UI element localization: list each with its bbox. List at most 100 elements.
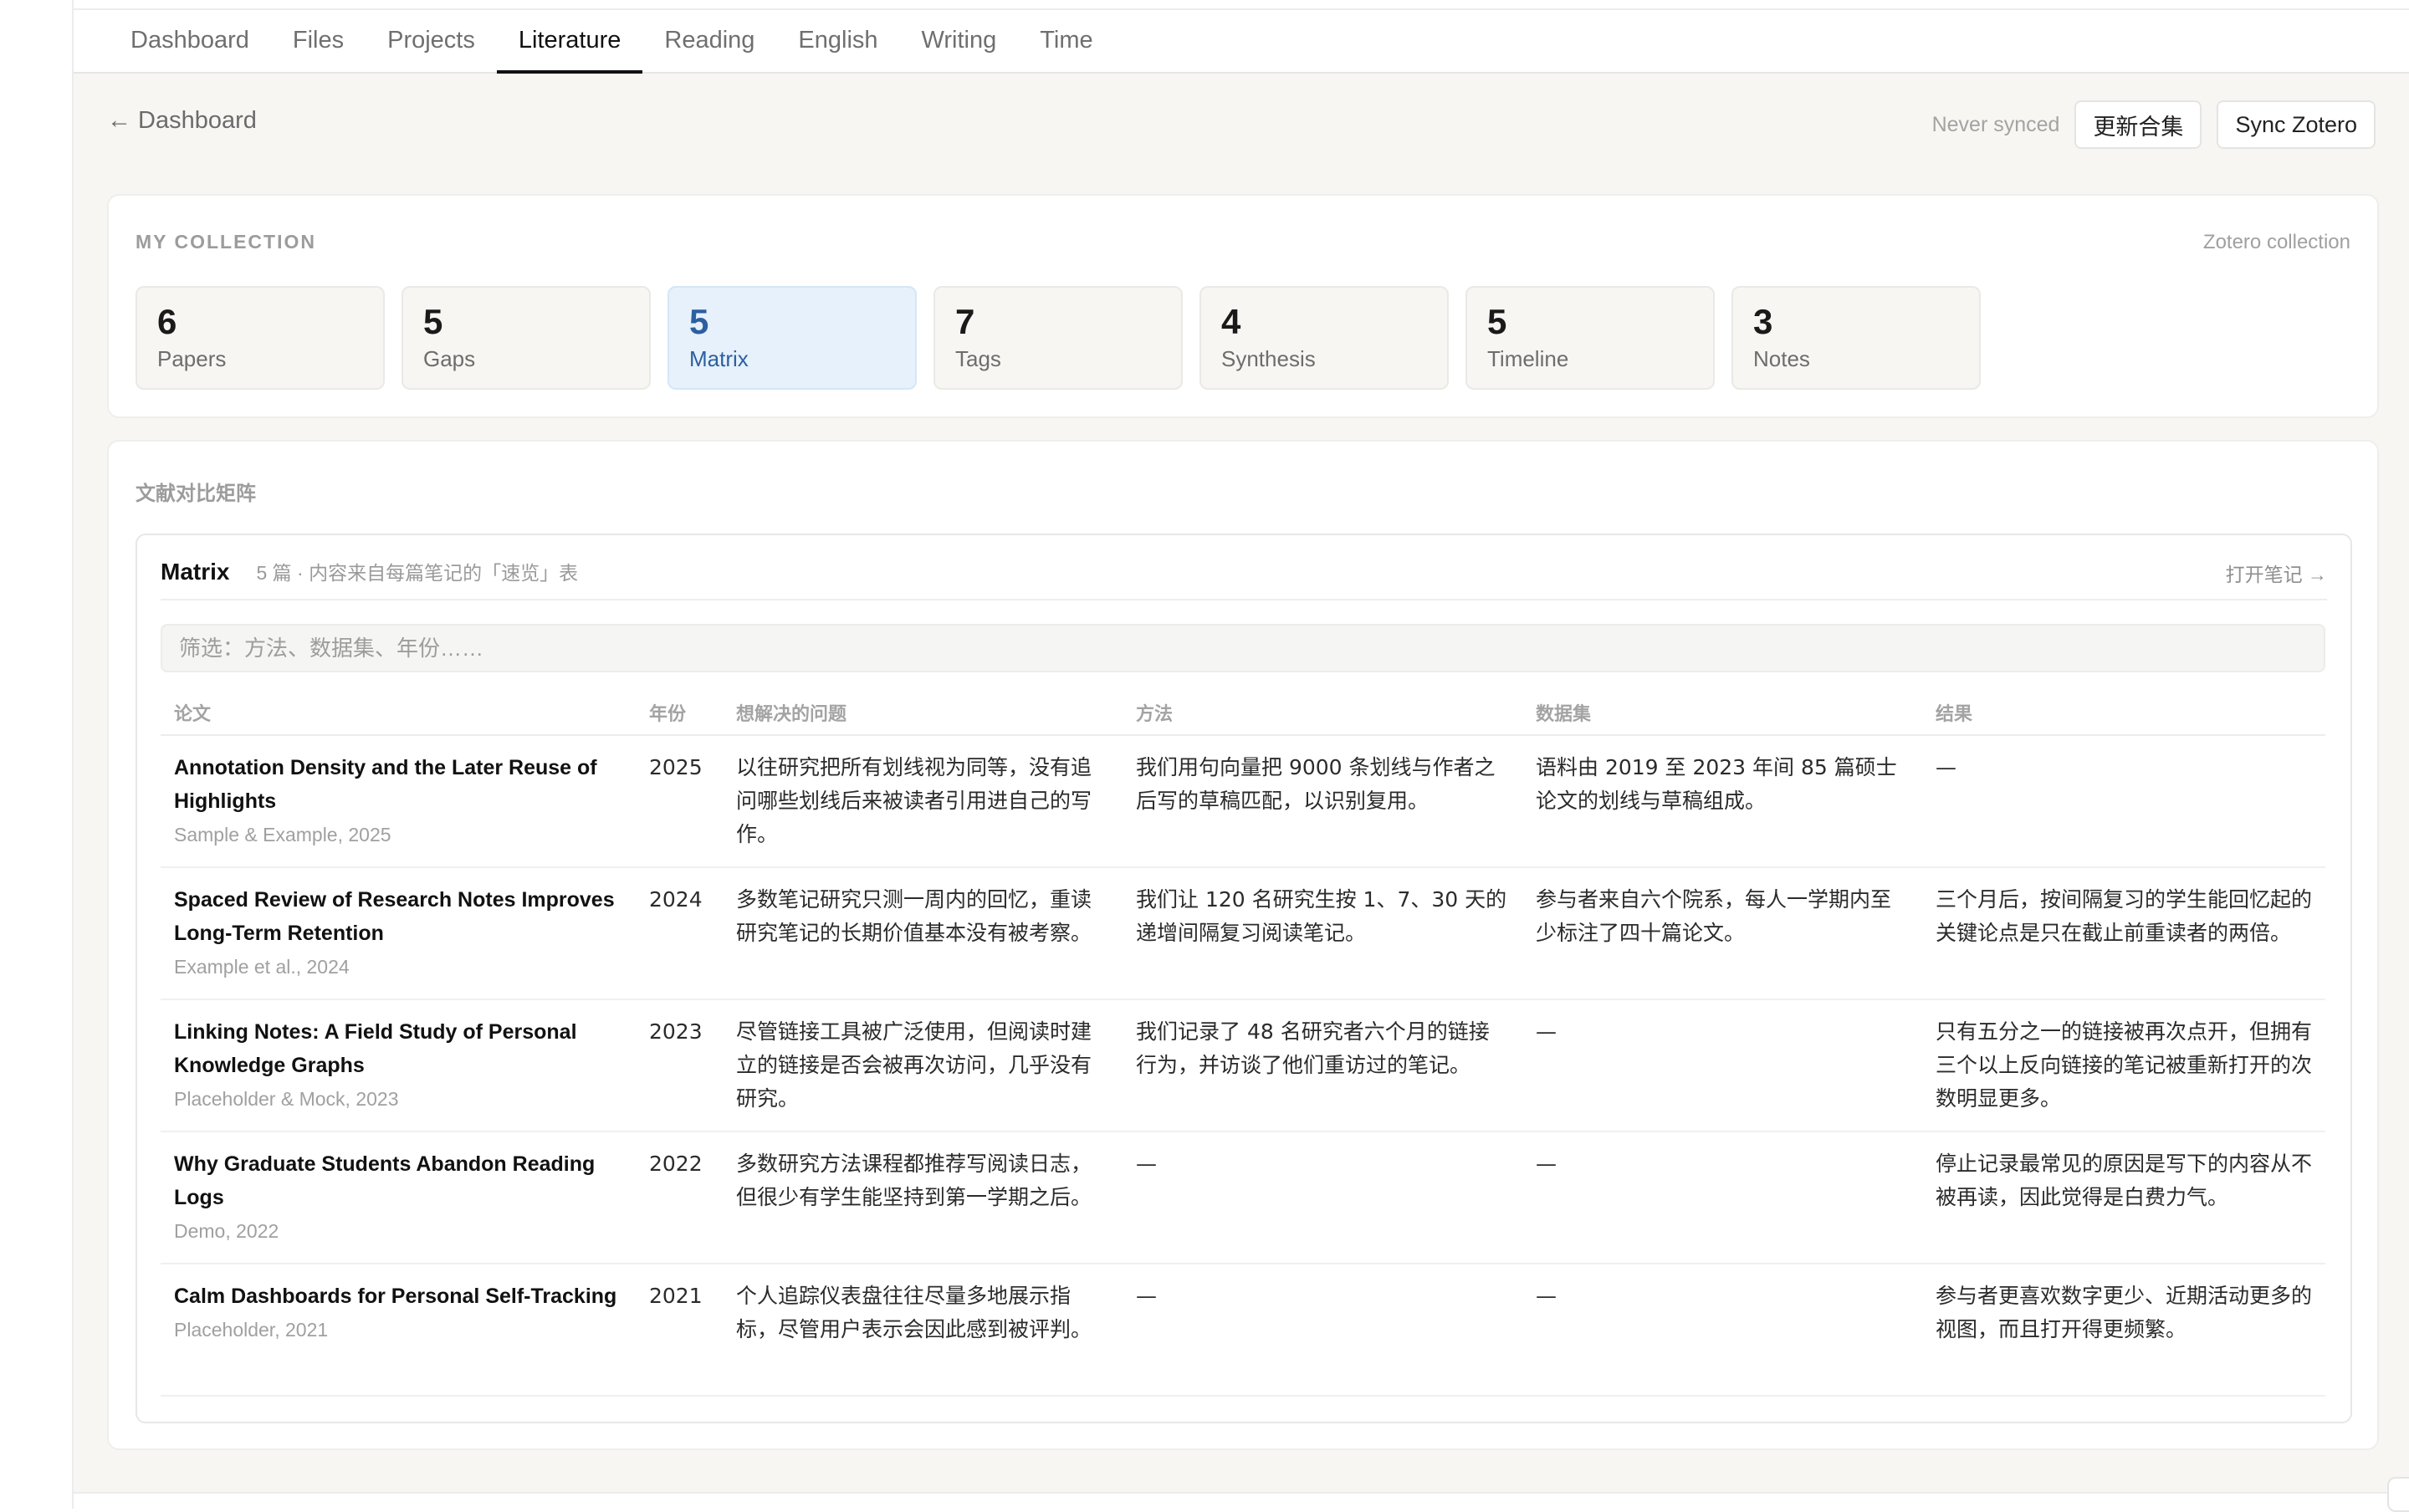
matrix-panel: Matrix 5 篇 · 内容来自每篇笔记的「速览」表 打开笔记 → 论文 年份… <box>136 534 2352 1423</box>
stat-number: 5 <box>1487 302 1507 341</box>
dataset-cell: 语料由 2019 至 2023 年间 85 篇硕士论文的划线与草稿组成。 <box>1522 735 1922 868</box>
matrix-card: 文献对比矩阵 Matrix 5 篇 · 内容来自每篇笔记的「速览」表 打开笔记 … <box>107 440 2379 1450</box>
year-cell: 2022 <box>636 1131 723 1264</box>
method-cell: — <box>1123 1264 1522 1397</box>
zotero-collection-label: Zotero collection <box>2202 231 2350 253</box>
paper-cell: Annotation Density and the Later Reuse o… <box>161 735 636 868</box>
paper-title[interactable]: Annotation Density and the Later Reuse o… <box>174 751 622 818</box>
stat-matrix[interactable]: 5 Matrix <box>667 286 917 390</box>
stat-label: Matrix <box>689 346 749 372</box>
dataset-cell: 参与者来自六个院系，每人一学期内至少标注了四十篇论文。 <box>1522 867 1922 1000</box>
paper-cell: Why Graduate Students Abandon Reading Lo… <box>161 1131 636 1264</box>
matrix-table: 论文 年份 想解决的问题 方法 数据集 结果 Annotation Densit… <box>161 691 2325 1397</box>
stat-number: 5 <box>423 302 443 341</box>
left-rail <box>0 0 74 1509</box>
stat-number: 5 <box>689 302 709 341</box>
tab-projects[interactable]: Projects <box>366 8 497 72</box>
update-collection-button[interactable]: 更新合集 <box>2074 100 2202 149</box>
table-row[interactable]: Linking Notes: A Field Study of Personal… <box>161 999 2325 1132</box>
result-cell: 参与者更喜欢数字更少、近期活动更多的视图，而且打开得更频繁。 <box>1922 1264 2325 1397</box>
tab-dashboard[interactable]: Dashboard <box>109 8 271 72</box>
result-cell: — <box>1922 735 2325 868</box>
paper-cell: Spaced Review of Research Notes Improves… <box>161 867 636 1000</box>
stat-tags[interactable]: 7 Tags <box>933 286 1183 390</box>
paper-title[interactable]: Spaced Review of Research Notes Improves… <box>174 883 622 950</box>
tab-files[interactable]: Files <box>271 8 366 72</box>
year-cell: 2023 <box>636 999 723 1132</box>
stat-timeline[interactable]: 5 Timeline <box>1465 286 1715 390</box>
paper-citation: Demo, 2022 <box>174 1220 279 1242</box>
dataset-cell: — <box>1522 1264 1922 1397</box>
divider <box>161 599 2327 600</box>
back-to-dashboard-link[interactable]: ← Dashboard <box>107 107 257 135</box>
scroll-handle[interactable] <box>2387 1477 2409 1512</box>
column-header-dataset: 数据集 <box>1522 691 1922 736</box>
method-cell: — <box>1123 1131 1522 1264</box>
dataset-cell: — <box>1522 999 1922 1132</box>
matrix-header: Matrix 5 篇 · 内容来自每篇笔记的「速览」表 <box>161 557 578 585</box>
problem-cell: 尽管链接工具被广泛使用，但阅读时建立的链接是否会被再次访问，几乎没有研究。 <box>723 999 1123 1132</box>
stat-gaps[interactable]: 5 Gaps <box>402 286 651 390</box>
problem-cell: 个人追踪仪表盘往往尽量多地展示指标，尽管用户表示会因此感到被评判。 <box>723 1264 1123 1397</box>
open-note-link[interactable]: 打开笔记 → <box>2226 559 2327 587</box>
collection-card: MY COLLECTION Zotero collection 6 Papers… <box>107 194 2379 418</box>
sync-controls: Never synced 更新合集 Sync Zotero <box>1932 100 2376 149</box>
stat-label: Tags <box>955 346 1001 372</box>
result-cell: 只有五分之一的链接被再次点开，但拥有三个以上反向链接的笔记被重新打开的次数明显更… <box>1922 999 2325 1132</box>
year-cell: 2021 <box>636 1264 723 1397</box>
tab-literature[interactable]: Literature <box>496 8 643 74</box>
paper-citation: Example et al., 2024 <box>174 956 350 978</box>
column-header-paper: 论文 <box>161 691 636 736</box>
problem-cell: 多数研究方法课程都推荐写阅读日志，但很少有学生能坚持到第一学期之后。 <box>723 1131 1123 1264</box>
stat-notes[interactable]: 3 Notes <box>1731 286 1981 390</box>
table-row[interactable]: Why Graduate Students Abandon Reading Lo… <box>161 1131 2325 1264</box>
matrix-section-heading: 文献对比矩阵 <box>136 483 256 505</box>
stat-label: Notes <box>1753 346 1810 372</box>
table-row[interactable]: Calm Dashboards for Personal Self-Tracki… <box>161 1264 2325 1397</box>
stat-label: Timeline <box>1487 346 1569 372</box>
dataset-cell: — <box>1522 1131 1922 1264</box>
paper-citation: Placeholder, 2021 <box>174 1319 329 1341</box>
result-cell: 停止记录最常见的原因是写下的内容从不被再读，因此觉得是白费力气。 <box>1922 1131 2325 1264</box>
stat-label: Synthesis <box>1221 346 1316 372</box>
table-row[interactable]: Annotation Density and the Later Reuse o… <box>161 735 2325 868</box>
stat-synthesis[interactable]: 4 Synthesis <box>1199 286 1449 390</box>
tab-reading[interactable]: Reading <box>642 8 776 72</box>
stat-number: 3 <box>1753 302 1773 341</box>
paper-citation: Sample & Example, 2025 <box>174 824 391 845</box>
year-cell: 2025 <box>636 735 723 868</box>
stat-label: Papers <box>157 346 227 372</box>
stat-number: 4 <box>1221 302 1241 341</box>
result-cell: 三个月后，按间隔复习的学生能回忆起的关键论点是只在截止前重读者的两倍。 <box>1922 867 2325 1000</box>
column-header-method: 方法 <box>1123 691 1522 736</box>
paper-cell: Linking Notes: A Field Study of Personal… <box>161 999 636 1132</box>
matrix-filter-input[interactable] <box>161 624 2325 672</box>
problem-cell: 以往研究把所有划线视为同等，没有追问哪些划线后来被读者引用进自己的写作。 <box>723 735 1123 868</box>
method-cell: 我们让 120 名研究生按 1、7、30 天的递增间隔复习阅读笔记。 <box>1123 867 1522 1000</box>
paper-title[interactable]: Calm Dashboards for Personal Self-Tracki… <box>174 1280 622 1313</box>
column-header-result: 结果 <box>1922 691 2325 736</box>
column-header-problem: 想解决的问题 <box>723 691 1123 736</box>
collection-label: MY COLLECTION <box>136 231 316 253</box>
stats-row: 6 Papers 5 Gaps 5 Matrix 7 Tags 4 Synthe… <box>136 286 1981 390</box>
paper-title[interactable]: Linking Notes: A Field Study of Personal… <box>174 1015 622 1082</box>
stat-number: 7 <box>955 302 975 341</box>
problem-cell: 多数笔记研究只测一周内的回忆，重读研究笔记的长期价值基本没有被考察。 <box>723 867 1123 1000</box>
paper-citation: Placeholder & Mock, 2023 <box>174 1088 399 1110</box>
column-header-year: 年份 <box>636 691 723 736</box>
tab-time[interactable]: Time <box>1018 8 1114 72</box>
sync-zotero-button[interactable]: Sync Zotero <box>2217 100 2376 149</box>
year-cell: 2024 <box>636 867 723 1000</box>
stat-number: 6 <box>157 302 177 341</box>
bottom-strip <box>74 1492 2409 1510</box>
method-cell: 我们用句向量把 9000 条划线与作者之后写的草稿匹配，以识别复用。 <box>1123 735 1522 868</box>
paper-title[interactable]: Why Graduate Students Abandon Reading Lo… <box>174 1147 622 1214</box>
nav-tabs: Dashboard Files Projects Literature Read… <box>109 8 1115 74</box>
table-row[interactable]: Spaced Review of Research Notes Improves… <box>161 867 2325 1000</box>
matrix-subtitle: 5 篇 · 内容来自每篇笔记的「速览」表 <box>256 562 579 584</box>
top-nav-bar: Dashboard Files Projects Literature Read… <box>74 0 2409 74</box>
tab-english[interactable]: English <box>776 8 899 72</box>
tab-writing[interactable]: Writing <box>900 8 1019 72</box>
app-main: Dashboard Files Projects Literature Read… <box>74 0 2409 1492</box>
stat-papers[interactable]: 6 Papers <box>136 286 385 390</box>
